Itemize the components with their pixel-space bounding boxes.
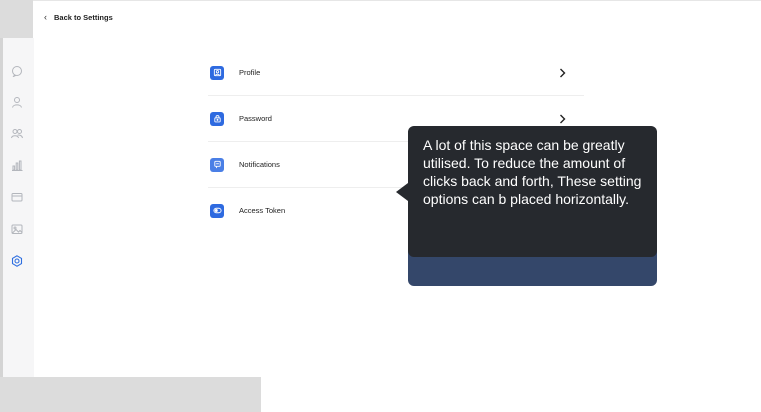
chevron-right-icon — [560, 114, 566, 123]
card-icon[interactable] — [10, 190, 24, 204]
annotation-text: A lot of this space can be greatly utili… — [423, 137, 642, 207]
sidebar — [0, 38, 34, 378]
top-left-block — [0, 0, 33, 38]
user-icon[interactable] — [10, 95, 24, 109]
settings-item-label: Profile — [239, 68, 261, 77]
settings-item-profile[interactable]: Profile — [208, 50, 584, 96]
bar-chart-icon[interactable] — [10, 158, 24, 172]
chevron-right-icon — [560, 68, 566, 77]
settings-item-label: Password — [239, 114, 272, 123]
chat-icon[interactable] — [10, 64, 24, 78]
tooltip-arrow — [396, 183, 408, 201]
profile-icon — [210, 65, 224, 80]
lock-icon — [210, 111, 224, 126]
notification-icon — [210, 157, 224, 172]
back-link-label: Back to Settings — [54, 12, 113, 22]
gear-icon[interactable] — [10, 254, 24, 268]
chevron-left-icon: ‹ — [44, 12, 47, 22]
image-icon[interactable] — [10, 222, 24, 236]
top-border — [33, 0, 761, 1]
bottom-grey-block — [0, 377, 261, 412]
settings-item-label: Notifications — [239, 160, 280, 169]
annotation-tooltip: A lot of this space can be greatly utili… — [408, 126, 657, 257]
users-icon[interactable] — [10, 126, 24, 140]
token-icon — [210, 203, 224, 218]
settings-item-label: Access Token — [239, 206, 286, 215]
back-to-settings-link[interactable]: ‹ Back to Settings — [44, 12, 113, 22]
sidebar-edge — [0, 38, 3, 378]
